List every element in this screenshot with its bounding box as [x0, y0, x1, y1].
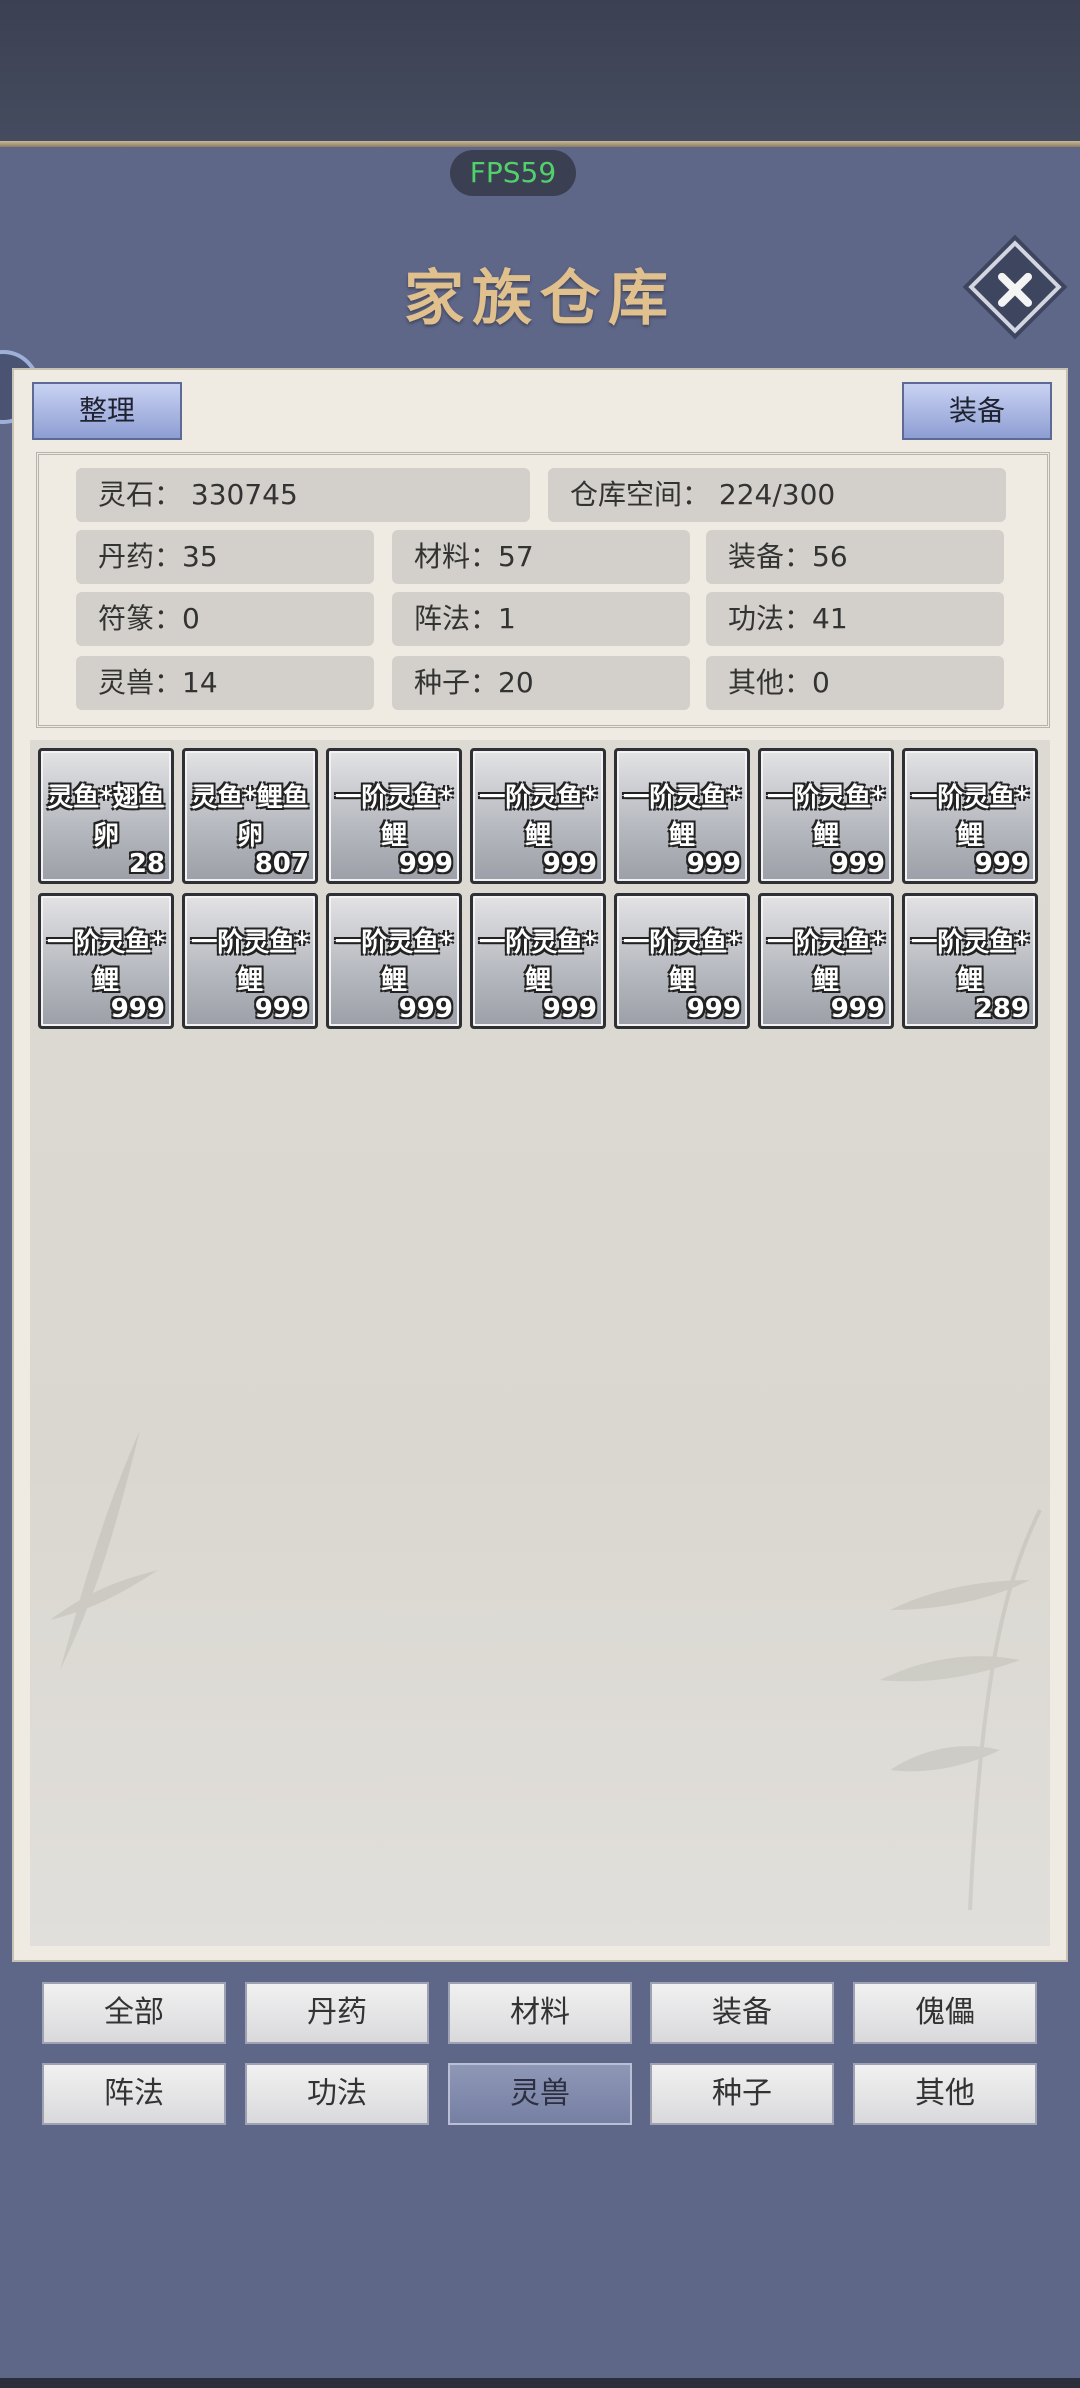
tab-elixir[interactable]: 丹药 [245, 1982, 429, 2044]
item-name: 一阶灵鱼*鲤 [479, 783, 597, 851]
bamboo-leaf-decoration [880, 1509, 1048, 1911]
item-quantity: 999 [974, 849, 1029, 879]
item-quantity: 999 [542, 849, 597, 879]
tab-other[interactable]: 其他 [853, 2063, 1037, 2125]
item-name: 一阶灵鱼*鲤 [911, 783, 1029, 851]
item-slot[interactable]: 灵鱼*翅鱼卵 28 [38, 748, 174, 884]
item-slot[interactable]: 一阶灵鱼*鲤 999 [614, 893, 750, 1029]
stat-storage-space: 仓库空间： 224/300 [548, 468, 1006, 522]
item-name: 一阶灵鱼*鲤 [335, 783, 453, 851]
item-quantity: 999 [686, 994, 741, 1024]
tab-puppet[interactable]: 傀儡 [853, 1982, 1037, 2044]
item-name: 一阶灵鱼*鲤 [767, 783, 885, 851]
item-name: 一阶灵鱼*鲤 [767, 928, 885, 996]
stat-other: 其他：0 [706, 656, 1004, 710]
item-quantity: 999 [254, 994, 309, 1024]
item-slot[interactable]: 一阶灵鱼*鲤 999 [470, 893, 606, 1029]
item-name: 一阶灵鱼*鲤 [479, 928, 597, 996]
item-quantity: 999 [686, 849, 741, 879]
bottom-edge [0, 2378, 1080, 2388]
item-slot[interactable]: 一阶灵鱼*鲤 999 [758, 748, 894, 884]
item-name: 一阶灵鱼*鲤 [623, 783, 741, 851]
tab-seed[interactable]: 种子 [650, 2063, 834, 2125]
item-quantity: 807 [254, 849, 309, 879]
item-slot[interactable]: 一阶灵鱼*鲤 999 [182, 893, 318, 1029]
tab-formation[interactable]: 阵法 [42, 2063, 226, 2125]
stat-equipment: 装备：56 [706, 530, 1004, 584]
item-quantity: 999 [398, 994, 453, 1024]
item-slot[interactable]: 一阶灵鱼*鲤 999 [758, 893, 894, 1029]
item-name: 一阶灵鱼*鲤 [47, 928, 165, 996]
tab-technique[interactable]: 功法 [245, 2063, 429, 2125]
item-quantity: 289 [974, 994, 1029, 1024]
fps-counter: FPS59 [450, 150, 576, 196]
close-icon [998, 272, 1032, 307]
item-name: 灵鱼*鲤鱼卵 [191, 783, 309, 851]
item-name: 灵鱼*翅鱼卵 [47, 783, 165, 851]
tab-equipment[interactable]: 装备 [650, 1982, 834, 2044]
item-quantity: 999 [542, 994, 597, 1024]
item-quantity: 999 [398, 849, 453, 879]
tab-material[interactable]: 材料 [448, 1982, 632, 2044]
stat-elixir: 丹药：35 [76, 530, 374, 584]
item-slot[interactable]: 一阶灵鱼*鲤 289 [902, 893, 1038, 1029]
item-name: 一阶灵鱼*鲤 [623, 928, 741, 996]
tab-all[interactable]: 全部 [42, 1982, 226, 2044]
bamboo-leaf-decoration [50, 1430, 158, 1670]
stat-spirit-stone: 灵石： 330745 [76, 468, 530, 522]
item-quantity: 999 [830, 849, 885, 879]
stat-formation: 阵法：1 [392, 592, 690, 646]
top-bar [0, 0, 1080, 143]
stat-technique: 功法：41 [706, 592, 1004, 646]
item-slot[interactable]: 一阶灵鱼*鲤 999 [470, 748, 606, 884]
tab-spirit-beast[interactable]: 灵兽 [448, 2063, 632, 2125]
item-name: 一阶灵鱼*鲤 [335, 928, 453, 996]
item-name: 一阶灵鱼*鲤 [911, 928, 1029, 996]
item-quantity: 28 [128, 849, 165, 879]
item-slot[interactable]: 一阶灵鱼*鲤 999 [38, 893, 174, 1029]
item-name: 一阶灵鱼*鲤 [191, 928, 309, 996]
item-slot[interactable]: 一阶灵鱼*鲤 999 [614, 748, 750, 884]
equip-button[interactable]: 装备 [902, 382, 1052, 440]
item-slot[interactable]: 一阶灵鱼*鲤 999 [902, 748, 1038, 884]
item-slot[interactable]: 灵鱼*鲤鱼卵 807 [182, 748, 318, 884]
stat-spirit-beast: 灵兽：14 [76, 656, 374, 710]
item-quantity: 999 [110, 994, 165, 1024]
item-slot[interactable]: 一阶灵鱼*鲤 999 [326, 748, 462, 884]
stat-material: 材料：57 [392, 530, 690, 584]
item-slot[interactable]: 一阶灵鱼*鲤 999 [326, 893, 462, 1029]
page-title: 家族仓库 [404, 264, 676, 334]
item-quantity: 999 [830, 994, 885, 1024]
stat-seed: 种子：20 [392, 656, 690, 710]
organize-button[interactable]: 整理 [32, 382, 182, 440]
top-divider [0, 141, 1080, 147]
stat-talisman: 符篆：0 [76, 592, 374, 646]
